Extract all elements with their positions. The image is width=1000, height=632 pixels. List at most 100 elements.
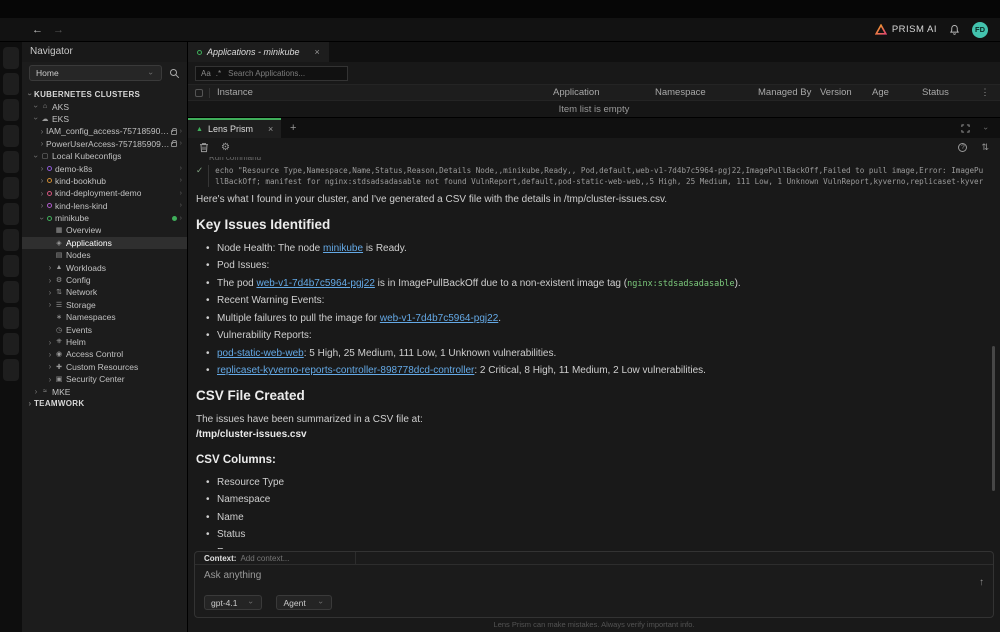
chevron-right-icon[interactable]: › xyxy=(38,176,46,185)
chevron-down-icon[interactable]: › xyxy=(26,90,35,98)
chevron-down-icon[interactable]: › xyxy=(32,103,41,111)
resource-link[interactable]: web-v1-7d4b7c5964-pgj22 xyxy=(256,278,374,289)
collapse-panel-icon[interactable]: › xyxy=(982,124,991,132)
sidebar-item-helm[interactable]: ›⎈Helm xyxy=(22,336,187,348)
mode-select[interactable]: Agent › xyxy=(276,595,332,610)
resource-link[interactable]: web-v1-7d4b7c5964-pgj22 xyxy=(380,313,498,324)
chevron-down-icon[interactable]: › xyxy=(32,152,41,160)
search-icon[interactable] xyxy=(169,68,180,79)
sidebar-item-kind-deployment-demo[interactable]: ›kind-deployment-demo› xyxy=(22,187,187,199)
column-header-age[interactable]: Age xyxy=(872,87,922,98)
sidebar-item-access-control[interactable]: ›◉Access Control xyxy=(22,348,187,360)
tab-lens-prism[interactable]: ▲ Lens Prism × xyxy=(188,118,281,138)
dock-tile[interactable] xyxy=(3,177,19,199)
sidebar-item-local-kubeconfigs[interactable]: ›▢Local Kubeconfigs xyxy=(22,150,187,162)
sidebar-item-kind-lens-kind[interactable]: ›kind-lens-kind› xyxy=(22,200,187,212)
resource-link[interactable]: replicaset-kyverno-reports-controller-89… xyxy=(217,365,474,376)
chevron-right-icon[interactable]: › xyxy=(46,375,54,384)
forward-button[interactable]: → xyxy=(53,24,64,36)
context-row[interactable]: Context: Add context... xyxy=(195,552,993,565)
scroll-swap-icon[interactable]: ⇅ xyxy=(981,142,989,153)
expand-panel-icon[interactable] xyxy=(961,124,970,133)
chevron-right-icon[interactable]: › xyxy=(180,177,182,184)
resource-link[interactable]: minikube xyxy=(323,243,363,254)
chevron-right-icon[interactable]: › xyxy=(38,164,46,173)
model-select[interactable]: gpt-4.1 › xyxy=(204,595,262,610)
chevron-right-icon[interactable]: › xyxy=(26,399,34,408)
chevron-right-icon[interactable]: › xyxy=(38,189,46,198)
chevron-right-icon[interactable]: › xyxy=(38,201,46,210)
search-applications-input[interactable] xyxy=(226,68,342,79)
gear-icon[interactable]: ⚙ xyxy=(221,142,230,153)
sidebar-item-nodes[interactable]: ›▤Nodes xyxy=(22,249,187,261)
dock-tile[interactable] xyxy=(3,255,19,277)
match-case-icon[interactable]: Aa xyxy=(201,69,211,78)
ask-anything-input[interactable] xyxy=(204,570,979,581)
help-icon[interactable]: ? xyxy=(958,143,967,152)
column-header-namespace[interactable]: Namespace xyxy=(655,87,758,98)
sidebar-item-custom-resources[interactable]: ›✚Custom Resources xyxy=(22,361,187,373)
sidebar-item-overview[interactable]: ›▦Overview xyxy=(22,224,187,236)
chevron-right-icon[interactable]: › xyxy=(180,202,182,209)
chevron-right-icon[interactable]: › xyxy=(46,362,54,371)
chevron-right-icon[interactable]: › xyxy=(46,276,54,285)
dock-tile[interactable] xyxy=(3,229,19,251)
dock-tile[interactable] xyxy=(3,203,19,225)
dock-tile[interactable] xyxy=(3,99,19,121)
resource-link[interactable]: pod-static-web-web xyxy=(217,348,304,359)
sidebar-item-applications[interactable]: ›◈Applications xyxy=(22,237,187,249)
chevron-right-icon[interactable]: › xyxy=(46,338,54,347)
dock-tile[interactable] xyxy=(3,151,19,173)
sidebar-item-demo-k8s[interactable]: ›demo-k8s› xyxy=(22,162,187,174)
chevron-right-icon[interactable]: › xyxy=(180,128,182,135)
dock-tile[interactable] xyxy=(3,359,19,381)
chevron-right-icon[interactable]: › xyxy=(32,387,40,396)
sidebar-item-kubernetes-clusters[interactable]: ›KUBERNETES CLUSTERS xyxy=(22,88,187,100)
chevron-right-icon[interactable]: › xyxy=(180,140,182,147)
sidebar-item-config[interactable]: ›⚙Config xyxy=(22,274,187,286)
dock-tile[interactable] xyxy=(3,73,19,95)
close-icon[interactable]: × xyxy=(268,124,273,134)
sidebar-item-namespaces[interactable]: ›∗Namespaces xyxy=(22,311,187,323)
scope-select[interactable]: Home › xyxy=(29,65,162,81)
column-header-instance[interactable]: Instance xyxy=(217,87,553,98)
column-menu-icon[interactable]: ⋮ xyxy=(977,87,993,98)
close-icon[interactable]: × xyxy=(315,47,320,57)
sidebar-item-minikube[interactable]: ›minikube› xyxy=(22,212,187,224)
send-button[interactable]: ↑ xyxy=(979,577,984,588)
notifications-bell-icon[interactable] xyxy=(949,24,960,36)
column-header-version[interactable]: Version xyxy=(820,87,872,98)
sidebar-item-network[interactable]: ›⇅Network xyxy=(22,286,187,298)
sidebar-item-mke[interactable]: ›≈MKE xyxy=(22,385,187,397)
chevron-right-icon[interactable]: › xyxy=(46,300,54,309)
chevron-right-icon[interactable]: › xyxy=(180,165,182,172)
chevron-right-icon[interactable]: › xyxy=(180,190,182,197)
sidebar-item-security-center[interactable]: ›▣Security Center xyxy=(22,373,187,385)
column-header-status[interactable]: Status xyxy=(922,87,977,98)
sidebar-item-aks[interactable]: ›⌂AKS xyxy=(22,100,187,112)
sidebar-item-storage[interactable]: ›☰Storage xyxy=(22,299,187,311)
back-button[interactable]: ← xyxy=(32,24,43,36)
trash-icon[interactable] xyxy=(199,142,209,153)
column-header-managed-by[interactable]: Managed By xyxy=(758,87,820,98)
add-context-button[interactable]: Add context... xyxy=(240,554,289,563)
new-chat-button[interactable]: + xyxy=(281,118,305,138)
dock-tile[interactable] xyxy=(3,281,19,303)
dock-tile[interactable] xyxy=(3,307,19,329)
dock-tile[interactable] xyxy=(3,125,19,147)
tab-applications-minikube[interactable]: Applications - minikube × xyxy=(188,42,329,62)
sidebar-item-kind-bookhub[interactable]: ›kind-bookhub› xyxy=(22,175,187,187)
sidebar-item-iam-config-access-757185909751[interactable]: ›IAM_config_access-757185909751› xyxy=(22,125,187,137)
regex-icon[interactable]: .* xyxy=(216,69,221,78)
select-all-checkbox[interactable] xyxy=(195,89,203,97)
chevron-right-icon[interactable]: › xyxy=(46,350,54,359)
chevron-right-icon[interactable]: › xyxy=(38,139,46,148)
scrollbar-thumb[interactable] xyxy=(992,346,995,491)
user-avatar[interactable]: FD xyxy=(972,22,988,38)
chevron-right-icon[interactable]: › xyxy=(180,215,182,222)
sidebar-item-events[interactable]: ›◷Events xyxy=(22,323,187,335)
chevron-down-icon[interactable]: › xyxy=(38,214,47,222)
chevron-down-icon[interactable]: › xyxy=(32,115,41,123)
sidebar-item-workloads[interactable]: ›▲Workloads xyxy=(22,261,187,273)
sidebar-item-poweruseraccess-757185909751[interactable]: ›PowerUserAccess-757185909751› xyxy=(22,138,187,150)
